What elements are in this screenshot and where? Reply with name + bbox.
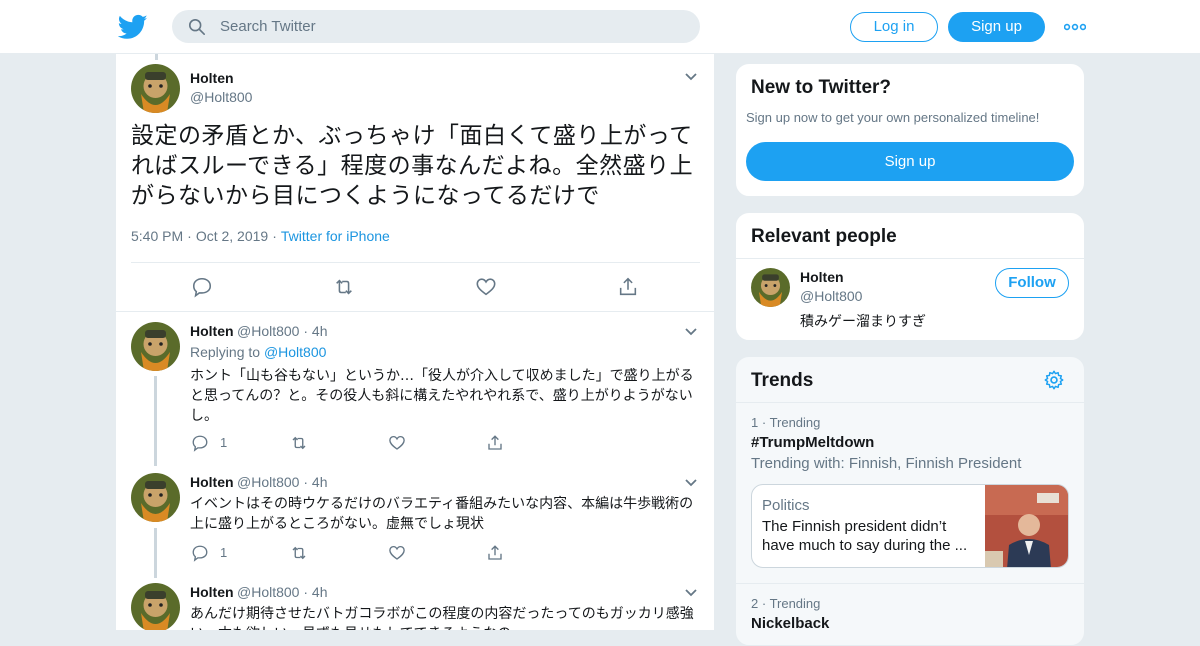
signup-button[interactable]: Sign up bbox=[746, 142, 1074, 181]
thread-line bbox=[154, 376, 157, 466]
person-name[interactable]: Holten bbox=[800, 269, 844, 285]
main-timeline-column: Holten @Holt800 設定の矛盾とか、ぶっちゃけ「面白くて盛り上がって… bbox=[115, 54, 715, 630]
reply-icon[interactable] bbox=[191, 544, 209, 562]
trend-meta: 2 · Trending bbox=[751, 596, 821, 611]
author-handle[interactable]: @Holt800 bbox=[190, 89, 252, 105]
author-name[interactable]: Holten bbox=[190, 474, 234, 490]
divider bbox=[736, 583, 1084, 584]
tweet-text: あんだけ期待させたバトガコラボがこの程度の内容だったってのもガッカリ感強い…本も… bbox=[190, 606, 694, 630]
replying-to-link[interactable]: @Holt800 bbox=[264, 344, 326, 360]
news-category: Politics bbox=[762, 497, 810, 514]
share-icon[interactable] bbox=[486, 434, 504, 452]
follow-button[interactable]: Follow bbox=[995, 268, 1069, 298]
share-icon[interactable] bbox=[617, 276, 639, 298]
trend-name[interactable]: #TrumpMeltdown bbox=[751, 434, 874, 451]
retweet-icon[interactable] bbox=[290, 544, 308, 562]
reply-count: 1 bbox=[220, 545, 228, 560]
tweet-text: イベントはその時ウケるだけのバラエティ番組みたいな内容、本編は牛歩戦術の上に盛り… bbox=[190, 496, 694, 532]
trends-card: Trends 1 · Trending #TrumpMeltdown Trend… bbox=[735, 356, 1085, 646]
search-input[interactable] bbox=[220, 10, 680, 43]
share-icon[interactable] bbox=[486, 544, 504, 562]
search-box[interactable] bbox=[172, 10, 700, 43]
more-dots-icon[interactable] bbox=[1064, 22, 1086, 32]
like-heart-icon[interactable] bbox=[388, 434, 406, 452]
tweet-text: 設定の矛盾とか、ぶっちゃけ「面白くて盛り上がってればスルーできる」程度の事なんだ… bbox=[131, 123, 694, 209]
thread-line bbox=[155, 54, 158, 60]
tweet-date[interactable]: Oct 2, 2019 bbox=[196, 228, 268, 244]
reply-icon[interactable] bbox=[191, 434, 209, 452]
avatar-image-icon bbox=[751, 268, 790, 307]
gear-icon[interactable] bbox=[1043, 369, 1065, 391]
replying-to: Replying to @Holt800 bbox=[190, 344, 327, 360]
divider bbox=[736, 258, 1084, 259]
avatar[interactable] bbox=[131, 64, 180, 113]
signup-button[interactable]: Sign up bbox=[948, 12, 1045, 42]
avatar[interactable] bbox=[131, 583, 180, 630]
card-title: Trends bbox=[751, 370, 814, 391]
divider bbox=[116, 311, 714, 312]
chevron-down-icon[interactable] bbox=[684, 478, 698, 488]
avatar-image-icon bbox=[131, 583, 180, 630]
reply-count: 1 bbox=[220, 435, 228, 450]
card-subtitle: Sign up now to get your own personalized… bbox=[746, 110, 1040, 125]
card-title: Relevant people bbox=[751, 226, 897, 247]
trend-context: Trending with: Finnish, Finnish Presiden… bbox=[751, 455, 1022, 472]
avatar-image-icon bbox=[131, 473, 180, 522]
news-headline: The Finnish president didn’t have much t… bbox=[762, 518, 968, 554]
trend-name[interactable]: Nickelback bbox=[751, 615, 829, 632]
reply-icon[interactable] bbox=[191, 276, 213, 298]
chevron-down-icon[interactable] bbox=[684, 327, 698, 337]
author-name[interactable]: Holten bbox=[190, 70, 234, 86]
top-navigation-bar: Log in Sign up bbox=[0, 0, 1200, 54]
avatar-image-icon bbox=[131, 64, 180, 113]
new-to-twitter-card: New to Twitter? Sign up now to get your … bbox=[735, 63, 1085, 197]
thread-line bbox=[154, 528, 157, 578]
like-heart-icon[interactable] bbox=[388, 544, 406, 562]
avatar[interactable] bbox=[131, 473, 180, 522]
author-name[interactable]: Holten bbox=[190, 584, 234, 600]
divider bbox=[131, 262, 700, 263]
relevant-people-card: Relevant people Holten @Holt800 Follow 積… bbox=[735, 212, 1085, 341]
author-handle-time[interactable]: @Holt800 · 4h bbox=[237, 323, 328, 339]
retweet-icon[interactable] bbox=[290, 434, 308, 452]
news-thumbnail-image bbox=[985, 485, 1068, 567]
tweet-timestamp: 5:40 PM · Oct 2, 2019 · Twitter for iPhone bbox=[131, 228, 390, 244]
search-icon bbox=[188, 18, 206, 36]
twitter-bird-icon[interactable] bbox=[118, 12, 148, 42]
person-bio: 積みゲー溜まりすぎ bbox=[800, 314, 926, 330]
author-handle-time[interactable]: @Holt800 · 4h bbox=[237, 584, 328, 600]
news-card[interactable]: Politics The Finnish president didn’t ha… bbox=[751, 484, 1069, 568]
avatar[interactable] bbox=[751, 268, 790, 307]
author-handle-time[interactable]: @Holt800 · 4h bbox=[237, 474, 328, 490]
author-name[interactable]: Holten bbox=[190, 323, 234, 339]
tweet-time[interactable]: 5:40 PM bbox=[131, 228, 183, 244]
chevron-down-icon[interactable] bbox=[684, 588, 698, 598]
avatar[interactable] bbox=[131, 322, 180, 371]
login-button[interactable]: Log in bbox=[850, 12, 938, 42]
divider bbox=[736, 402, 1084, 403]
card-title: New to Twitter? bbox=[751, 77, 892, 98]
avatar-image-icon bbox=[131, 322, 180, 371]
chevron-down-icon[interactable] bbox=[684, 72, 698, 82]
person-handle[interactable]: @Holt800 bbox=[800, 288, 862, 304]
trend-meta: 1 · Trending bbox=[751, 415, 821, 430]
retweet-icon[interactable] bbox=[333, 276, 355, 298]
like-heart-icon[interactable] bbox=[475, 276, 497, 298]
tweet-text: ホント「山も谷もない」というか…「役人が介入して収めました」で盛り上がると思って… bbox=[190, 368, 694, 424]
tweet-source-link[interactable]: Twitter for iPhone bbox=[281, 228, 390, 244]
